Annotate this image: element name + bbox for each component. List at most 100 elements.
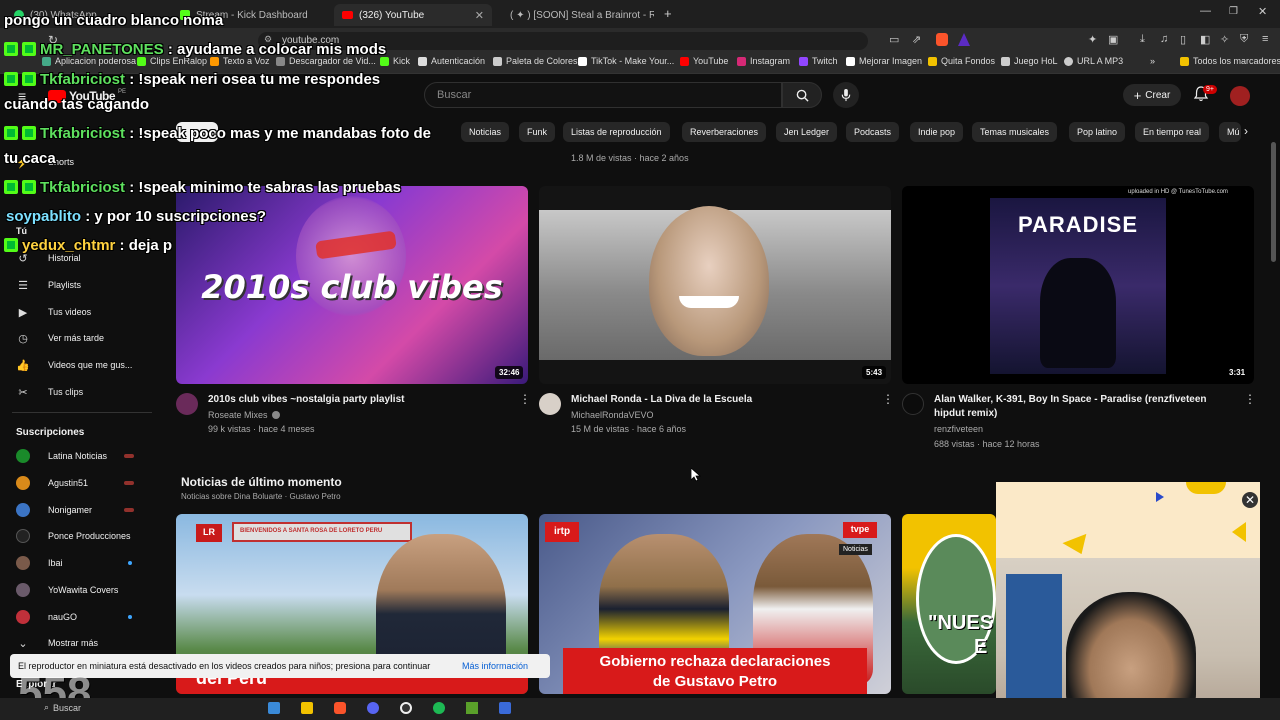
- video-title[interactable]: 2010s club vibes ~nostalgia party playli…: [208, 393, 404, 407]
- sidebar-item-playlists[interactable]: ☰ Playlists: [16, 278, 81, 292]
- chip-jen-ledger[interactable]: Jen Ledger: [776, 122, 838, 142]
- bookmark-item[interactable]: Quita Fondos: [928, 56, 995, 66]
- news-thumbnail[interactable]: "NUES E: [902, 514, 996, 694]
- chip-reverberaciones[interactable]: Reverberaciones: [682, 122, 767, 142]
- bookmark-item[interactable]: TikTok - Make Your...: [578, 56, 674, 66]
- video-channel[interactable]: Roseate Mixes: [208, 408, 280, 422]
- restore-icon[interactable]: ❐: [1229, 6, 1238, 17]
- more-options-icon[interactable]: ⋮: [882, 392, 894, 406]
- channel-avatar[interactable]: [176, 393, 198, 415]
- sidebar-item-label: Latina Noticias: [48, 451, 108, 461]
- bookmark-item[interactable]: Autenticación: [418, 56, 485, 66]
- chip-noticias[interactable]: Noticias: [461, 122, 510, 142]
- vpn-icon[interactable]: ⛨: [1240, 33, 1248, 46]
- sidebar-toggle-icon[interactable]: ▯: [1180, 33, 1186, 46]
- share-icon[interactable]: ⇗: [912, 33, 921, 46]
- channel-avatar[interactable]: [539, 393, 561, 415]
- video-title-line2[interactable]: hipdut remix): [934, 407, 997, 421]
- video-thumbnail[interactable]: [539, 186, 891, 384]
- taskbar-search[interactable]: ⌕ Buscar: [44, 702, 81, 713]
- obs-icon[interactable]: [400, 702, 412, 714]
- chat-text: : !speak poco mas y me mandabas foto de: [129, 125, 431, 142]
- bookmark-item[interactable]: URL A MP3: [1064, 56, 1123, 66]
- leo-icon[interactable]: ✧: [1220, 33, 1229, 46]
- spotify-icon[interactable]: [433, 702, 445, 714]
- channel-avatar[interactable]: [902, 393, 924, 415]
- sidebar-sub-naugo[interactable]: nauGO: [16, 610, 77, 624]
- sidebar-item-ver-mas-tarde[interactable]: ◷ Ver más tarde: [16, 331, 104, 345]
- media-icon[interactable]: ♫: [1160, 33, 1168, 45]
- bookmark-icon: [1064, 56, 1073, 66]
- sidebar-show-more[interactable]: ⌄ Mostrar más: [16, 636, 98, 650]
- voice-search-button[interactable]: [833, 82, 859, 108]
- chip-podcasts[interactable]: Podcasts: [846, 122, 900, 142]
- news-logo: irtp: [545, 522, 579, 542]
- chip-indie-pop[interactable]: Indie pop: [910, 122, 964, 142]
- sidebar-sub-ponce[interactable]: Ponce Producciones: [16, 529, 131, 543]
- create-button[interactable]: + Crear: [1123, 84, 1181, 106]
- video-title[interactable]: Michael Ronda - La Diva de la Escuela: [571, 393, 752, 407]
- sidebar-sub-yowawita[interactable]: YoWawita Covers: [16, 583, 118, 597]
- webcam-overlay: ✕: [996, 482, 1260, 720]
- bookmark-item[interactable]: Twitch: [799, 56, 838, 66]
- avatar[interactable]: [1230, 86, 1250, 106]
- video-title[interactable]: Alan Walker, K-391, Boy In Space - Parad…: [934, 393, 1207, 407]
- brave-shield-icon[interactable]: [936, 33, 948, 46]
- chip-funk[interactable]: Funk: [519, 122, 556, 142]
- video-channel[interactable]: MichaelRondaVEVO: [571, 408, 654, 422]
- extensions-icon[interactable]: ✦: [1088, 33, 1097, 46]
- bookmark-icon: [799, 56, 808, 66]
- tab-youtube[interactable]: (326) YouTube ✕: [334, 4, 492, 26]
- toast-more-info-link[interactable]: Más información: [462, 661, 528, 671]
- wallet-icon[interactable]: ◧: [1200, 33, 1210, 46]
- sidebar-item-liked[interactable]: 👍 Videos que me gus...: [16, 358, 132, 372]
- close-icon[interactable]: ✕: [475, 9, 484, 22]
- sidebar-sub-nonigamer[interactable]: Nonigamer: [16, 503, 92, 517]
- cast-icon[interactable]: ▭: [889, 33, 899, 46]
- bookmarks-overflow-icon[interactable]: »: [1150, 56, 1155, 66]
- bookmark-item[interactable]: Mejorar Imagen: [846, 56, 922, 66]
- scrollbar-thumb[interactable]: [1271, 142, 1276, 262]
- sidebar-item-tus-videos[interactable]: ▶ Tus videos: [16, 305, 91, 319]
- new-tab-icon[interactable]: +: [664, 6, 672, 21]
- more-options-icon[interactable]: ⋮: [519, 392, 531, 406]
- sidebar-sub-latina[interactable]: Latina Noticias: [16, 449, 107, 463]
- windows-start-icon[interactable]: [268, 702, 280, 714]
- download-icon[interactable]: ⤓: [1140, 33, 1145, 46]
- bookmark-item[interactable]: Paleta de Colores: [493, 56, 578, 66]
- minimize-icon[interactable]: —: [1200, 5, 1211, 17]
- chip-listas[interactable]: Listas de reproducción: [563, 122, 670, 142]
- chip-en-tiempo-real[interactable]: En tiempo real: [1135, 122, 1210, 142]
- news-thumbnail[interactable]: irtp tvpe Noticias Gobierno rechaza decl…: [539, 514, 891, 694]
- all-bookmarks[interactable]: Todos los marcadores: [1180, 56, 1280, 66]
- sidebar-sub-agustin51[interactable]: Agustin51: [16, 476, 88, 490]
- bookmark-item[interactable]: YouTube: [680, 56, 728, 66]
- more-options-icon[interactable]: ⋮: [1244, 392, 1256, 406]
- brave-browser-icon[interactable]: [334, 702, 346, 714]
- discord-icon[interactable]: [367, 702, 379, 714]
- app-icon[interactable]: [499, 702, 511, 714]
- video-meta: 99 k vistas · hace 4 meses: [208, 424, 315, 434]
- chip-musica[interactable]: Mú: [1219, 122, 1241, 142]
- screenshot-icon[interactable]: ▣: [1108, 33, 1118, 46]
- chip-temas-musicales[interactable]: Temas musicales: [972, 122, 1058, 142]
- sidebar-item-clips[interactable]: ✂ Tus clips: [16, 385, 83, 399]
- window-close-icon[interactable]: ✕: [1258, 5, 1267, 18]
- bookmark-item[interactable]: Instagram: [737, 56, 790, 66]
- menu-icon[interactable]: ≡: [1262, 33, 1268, 45]
- video-channel[interactable]: renzfiveteen: [934, 422, 983, 436]
- bookmark-item[interactable]: Juego HoL: [1001, 56, 1058, 66]
- sidebar-section-you[interactable]: Tú: [16, 226, 27, 236]
- sidebar-section-subs[interactable]: Suscripciones: [16, 427, 84, 438]
- chevron-right-icon[interactable]: ›: [1244, 124, 1248, 138]
- tab-roblox[interactable]: ( ✦ ) [SOON] Steal a Brainrot - Roblo: [496, 4, 654, 26]
- chip-pop-latino[interactable]: Pop latino: [1069, 122, 1126, 142]
- thumbnail-art: PARADISE: [990, 198, 1166, 374]
- file-explorer-icon[interactable]: [301, 702, 313, 714]
- minecraft-icon[interactable]: [466, 702, 478, 714]
- video-thumbnail[interactable]: uploaded in HD @ TunesToTube.com PARADIS…: [902, 186, 1254, 384]
- sidebar-sub-ibai[interactable]: Ibai: [16, 556, 63, 570]
- search-input[interactable]: Buscar: [424, 82, 782, 108]
- search-button[interactable]: [782, 82, 822, 108]
- chat-text: : ayudame a colocar mis mods: [167, 41, 387, 58]
